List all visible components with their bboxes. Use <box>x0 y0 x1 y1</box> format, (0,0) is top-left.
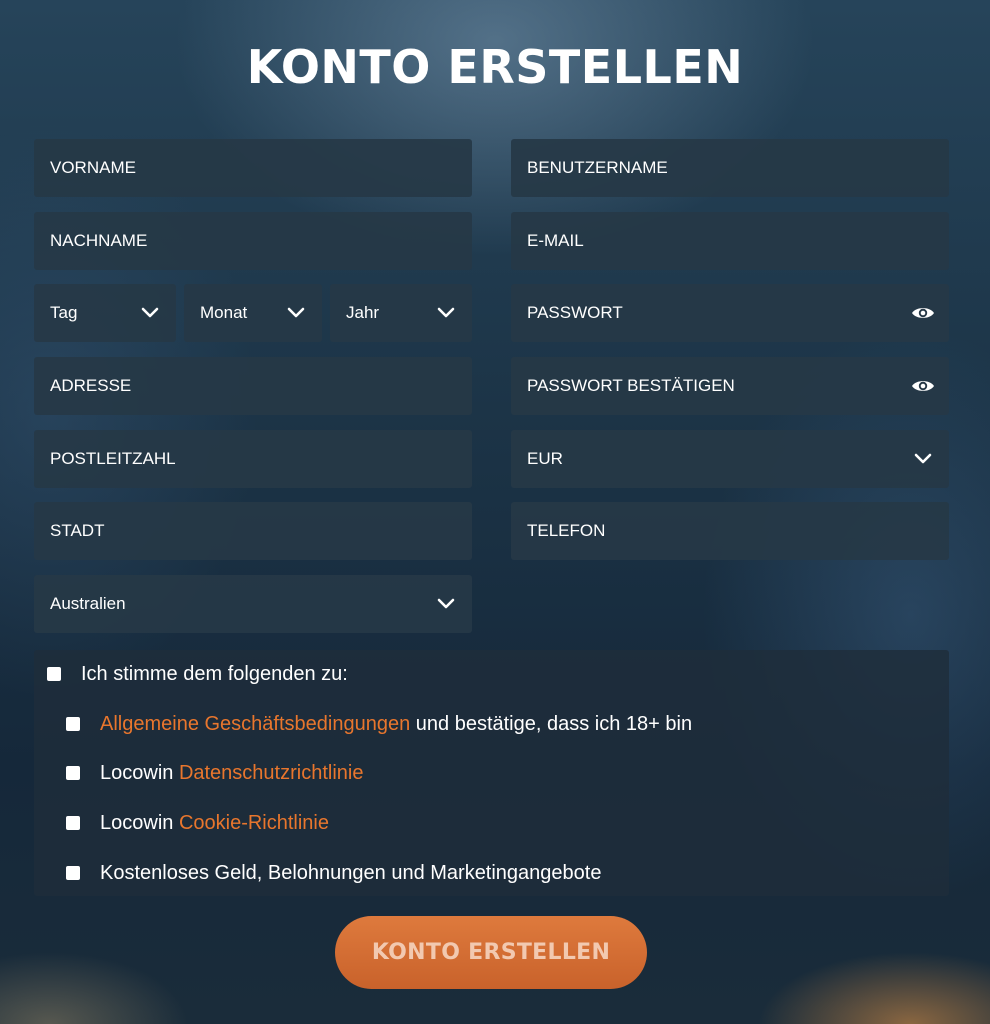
chevron-down-icon <box>136 299 164 327</box>
consent-all-label: Ich stimme dem folgenden zu: <box>81 662 348 685</box>
eye-icon[interactable] <box>909 299 937 327</box>
city-field[interactable]: STADT <box>34 502 472 560</box>
confirm-password-field[interactable]: PASSWORT BESTÄTIGEN <box>511 357 949 415</box>
consent-marketing-checkbox[interactable] <box>66 866 80 880</box>
chevron-down-icon <box>909 445 937 473</box>
birth-day-label: Tag <box>50 303 78 322</box>
birth-day-select[interactable]: Tag <box>34 284 176 342</box>
password-placeholder: PASSWORT <box>527 303 623 322</box>
birth-year-label: Jahr <box>346 303 380 322</box>
privacy-link[interactable]: Datenschutzrichtlinie <box>179 762 364 785</box>
create-account-button[interactable]: KONTO ERSTELLEN <box>335 916 647 989</box>
address-placeholder: ADRESSE <box>50 376 132 395</box>
consent-terms-row[interactable]: Allgemeine Geschäftsbedingungen und best… <box>66 710 692 738</box>
eye-icon[interactable] <box>909 372 937 400</box>
terms-link[interactable]: Allgemeine Geschäftsbedingungen <box>100 713 410 736</box>
chevron-down-icon <box>432 590 460 618</box>
consent-cookie-checkbox[interactable] <box>66 816 80 830</box>
birth-year-select[interactable]: Jahr <box>330 284 472 342</box>
consent-marketing-row[interactable]: Kostenloses Geld, Belohnungen und Market… <box>66 859 601 887</box>
phone-placeholder: TELEFON <box>527 521 606 540</box>
postal-code-placeholder: POSTLEITZAHL <box>50 449 176 468</box>
cookie-prefix: Locowin <box>100 811 179 834</box>
marketing-label: Kostenloses Geld, Belohnungen und Market… <box>100 861 602 884</box>
password-field[interactable]: PASSWORT <box>511 284 949 342</box>
terms-label: und bestätige, dass ich 18+ bin <box>410 712 693 735</box>
city-placeholder: STADT <box>50 521 105 540</box>
currency-value: EUR <box>527 449 563 468</box>
currency-select[interactable]: EUR <box>511 430 949 488</box>
birth-month-select[interactable]: Monat <box>184 284 322 342</box>
consent-all-row[interactable]: Ich stimme dem folgenden zu: <box>47 661 348 687</box>
email-placeholder: E-MAIL <box>527 231 584 250</box>
first-name-placeholder: VORNAME <box>50 158 136 177</box>
consent-privacy-row[interactable]: Locowin Datenschutzrichtlinie <box>66 759 363 787</box>
birth-month-label: Monat <box>200 303 248 322</box>
postal-code-field[interactable]: POSTLEITZAHL <box>34 430 472 488</box>
consent-all-checkbox[interactable] <box>47 667 61 681</box>
chevron-down-icon <box>282 299 310 327</box>
email-field[interactable]: E-MAIL <box>511 212 949 270</box>
privacy-prefix: Locowin <box>100 761 179 784</box>
country-select[interactable]: Australien <box>34 575 472 633</box>
cookie-link[interactable]: Cookie-Richtlinie <box>179 812 329 835</box>
last-name-field[interactable]: NACHNAME <box>34 212 472 270</box>
first-name-field[interactable]: VORNAME <box>34 139 472 197</box>
confirm-password-placeholder: PASSWORT BESTÄTIGEN <box>527 376 735 395</box>
last-name-placeholder: NACHNAME <box>50 231 148 250</box>
consent-terms-checkbox[interactable] <box>66 717 80 731</box>
consent-privacy-checkbox[interactable] <box>66 766 80 780</box>
username-placeholder: BENUTZERNAME <box>527 158 668 177</box>
address-field[interactable]: ADRESSE <box>34 357 472 415</box>
page-title: KONTO ERSTELLEN <box>246 40 744 94</box>
consent-cookie-row[interactable]: Locowin Cookie-Richtlinie <box>66 809 329 837</box>
country-value: Australien <box>50 594 126 613</box>
phone-field[interactable]: TELEFON <box>511 502 949 560</box>
username-field[interactable]: BENUTZERNAME <box>511 139 949 197</box>
chevron-down-icon <box>432 299 460 327</box>
